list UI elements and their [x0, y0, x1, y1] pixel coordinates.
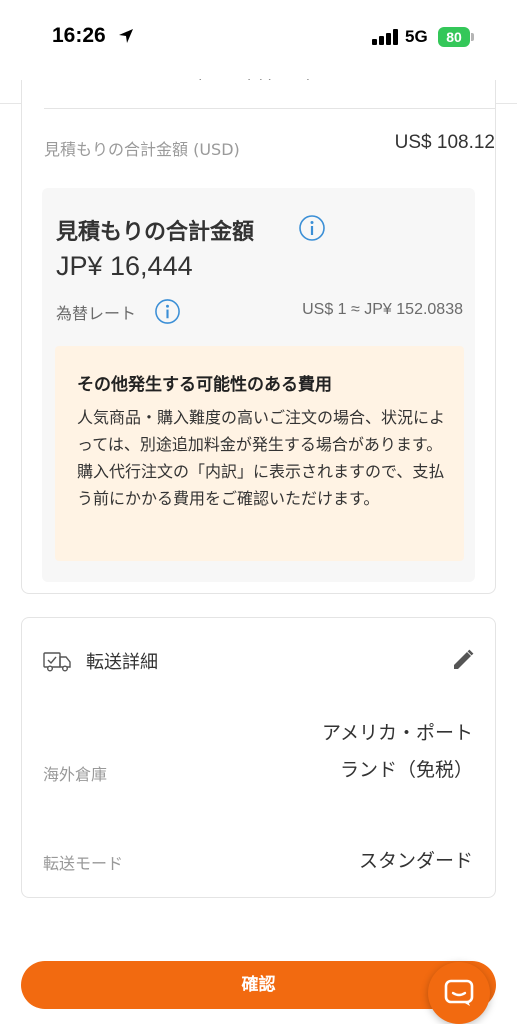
usd-total-value: US$ 108.12	[394, 132, 495, 153]
total-estimate-amount: JP¥ 16,444	[56, 251, 193, 281]
exchange-rate-label: 為替レート	[56, 304, 137, 323]
edit-pencil-icon[interactable]	[451, 648, 475, 672]
forwarding-details-card: 転送詳細 海外倉庫 アメリカ・ポートランド（免税） 転送モード スタンダード	[21, 617, 496, 898]
signal-icon	[372, 29, 400, 45]
battery-level: 80	[446, 29, 462, 45]
estimate-card: 見積もりの合計金額 (USD) US$ 108.12 見積もりの合計金額 JP¥…	[21, 80, 496, 594]
usd-total-label: 見積もりの合計金額 (USD)	[44, 140, 240, 159]
exchange-rate-value: US$ 1 ≈ JP¥ 152.0838	[302, 301, 463, 318]
additional-fee-notice: その他発生する可能性のある費用 人気商品・購入難度の高いご注文の場合、状況によっ…	[55, 346, 464, 561]
battery-icon: 80	[438, 27, 470, 47]
location-arrow-icon	[119, 29, 133, 43]
forwarding-mode-value: スタンダード	[358, 850, 473, 872]
forwarding-details-title: 転送詳細	[86, 652, 158, 673]
total-estimate-box: 見積もりの合計金額 JP¥ 16,444 為替レート US$ 1 ≈ JP¥ 1…	[42, 188, 475, 582]
confirm-button[interactable]: 確認	[21, 961, 496, 1009]
truck-icon	[43, 652, 71, 672]
notice-title: その他発生する可能性のある費用	[77, 375, 332, 395]
status-time: 16:26	[52, 24, 106, 47]
chat-icon	[444, 979, 474, 1006]
usd-total-row: 見積もりの合計金額 (USD) US$ 108.12	[44, 132, 495, 160]
info-icon[interactable]	[154, 298, 181, 325]
status-bar: 16:26 5G 80	[0, 0, 517, 72]
forwarding-mode-label: 転送モード	[43, 854, 124, 873]
chat-button[interactable]	[428, 962, 490, 1024]
warehouse-value: アメリカ・ポートランド（免税）	[321, 722, 473, 781]
info-icon[interactable]	[298, 214, 326, 242]
total-estimate-title: 見積もりの合計金額	[56, 220, 255, 245]
warehouse-label: 海外倉庫	[43, 765, 108, 784]
battery-tip	[471, 33, 474, 41]
network-type: 5G	[405, 27, 428, 46]
divider	[44, 108, 496, 109]
notice-body: 人気商品・購入難度の高いご注文の場合、状況によっては、別途追加料金が発生する場合…	[77, 408, 446, 508]
